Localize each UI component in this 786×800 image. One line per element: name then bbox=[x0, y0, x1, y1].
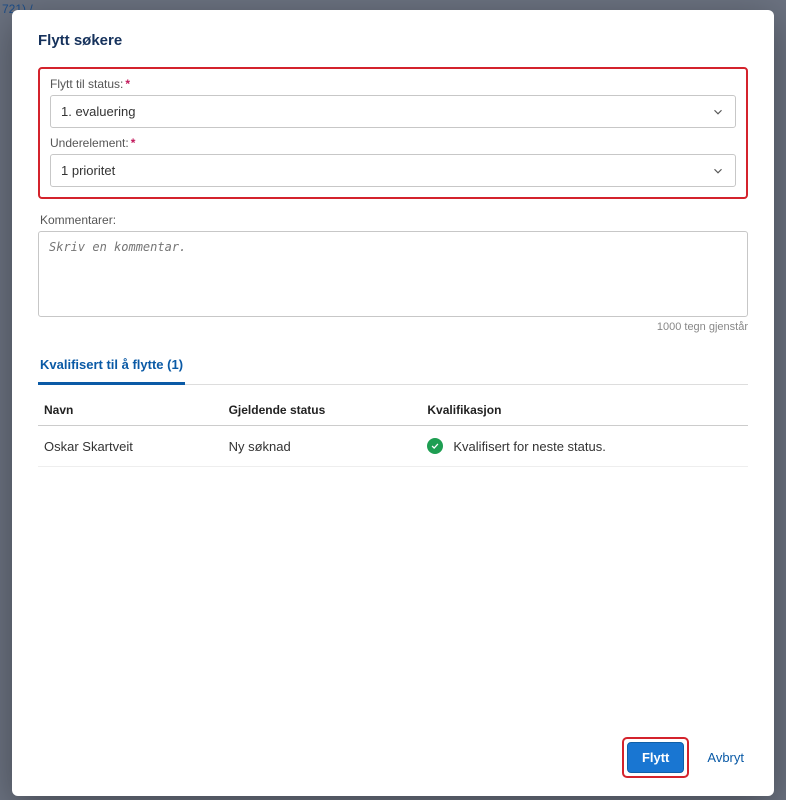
move-applicants-modal: Flytt søkere Flytt til status:* 1. evalu… bbox=[12, 10, 774, 796]
required-asterisk: * bbox=[125, 77, 130, 91]
subelement-select[interactable]: 1 prioritet bbox=[50, 154, 736, 187]
move-button[interactable]: Flytt bbox=[627, 742, 684, 773]
status-label: Flytt til status:* bbox=[50, 77, 736, 91]
chars-remaining: 1000 tegn gjenstår bbox=[38, 321, 748, 333]
chevron-down-icon bbox=[711, 105, 725, 119]
status-label-text: Flytt til status: bbox=[50, 77, 123, 91]
subelement-label-text: Underelement: bbox=[50, 136, 129, 150]
applicants-table: Navn Gjeldende status Kvalifikasjon Oska… bbox=[38, 393, 748, 467]
modal-footer: Flytt Avbryt bbox=[38, 725, 748, 778]
tabs: Kvalifisert til å flytte (1) bbox=[38, 351, 748, 385]
cell-name: Oskar Skartveit bbox=[38, 426, 223, 467]
chevron-down-icon bbox=[711, 164, 725, 178]
status-select-value: 1. evaluering bbox=[61, 104, 135, 119]
comments-label: Kommentarer: bbox=[40, 213, 748, 227]
check-circle-icon bbox=[427, 438, 443, 454]
table-row: Oskar Skartveit Ny søknad Kvalifisert fo… bbox=[38, 426, 748, 467]
subelement-label: Underelement:* bbox=[50, 136, 736, 150]
tab-qualified[interactable]: Kvalifisert til å flytte (1) bbox=[38, 351, 185, 385]
col-status: Gjeldende status bbox=[223, 393, 422, 426]
move-button-highlight: Flytt bbox=[622, 737, 689, 778]
col-qualification: Kvalifikasjon bbox=[421, 393, 748, 426]
status-select[interactable]: 1. evaluering bbox=[50, 95, 736, 128]
table-header-row: Navn Gjeldende status Kvalifikasjon bbox=[38, 393, 748, 426]
modal-title: Flytt søkere bbox=[38, 32, 748, 49]
comments-textarea[interactable] bbox=[38, 231, 748, 317]
col-name: Navn bbox=[38, 393, 223, 426]
cell-status: Ny søknad bbox=[223, 426, 422, 467]
status-fields-highlighted-group: Flytt til status:* 1. evaluering Underel… bbox=[38, 67, 748, 199]
cell-qualification-text: Kvalifisert for neste status. bbox=[453, 439, 605, 454]
subelement-select-value: 1 prioritet bbox=[61, 163, 115, 178]
cell-qualification: Kvalifisert for neste status. bbox=[421, 426, 748, 467]
required-asterisk: * bbox=[131, 136, 136, 150]
cancel-button[interactable]: Avbryt bbox=[703, 744, 748, 771]
